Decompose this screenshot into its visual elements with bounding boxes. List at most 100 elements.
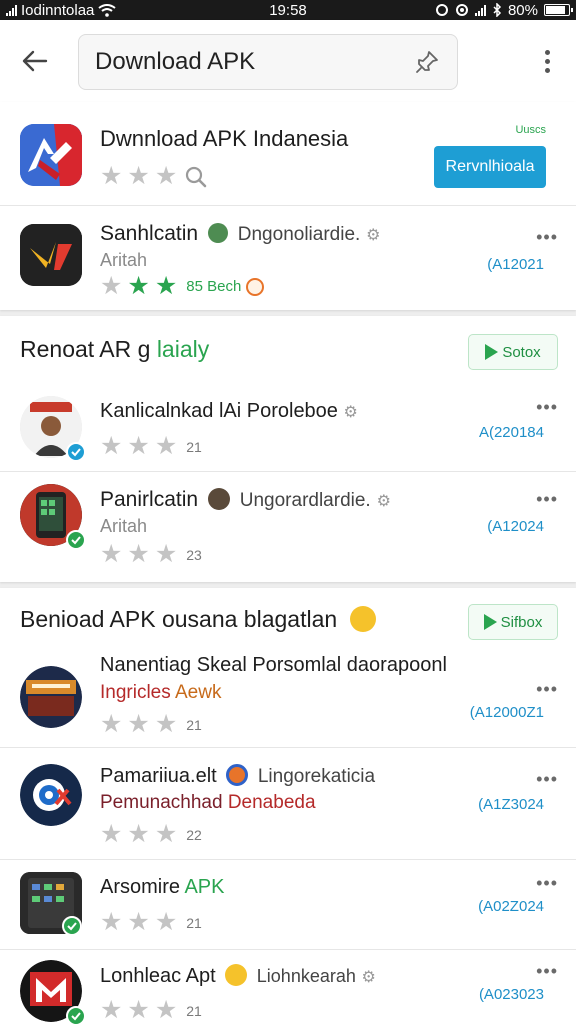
search-box[interactable] <box>78 34 458 90</box>
app-bar <box>0 20 576 102</box>
item-rating: ★ ★ ★ 21 <box>100 432 202 460</box>
play-icon <box>483 614 497 630</box>
list-item[interactable]: Pamariiua.elt Lingorekaticia Pemunachhad… <box>0 748 576 860</box>
section-title-accent: laialy <box>156 336 210 362</box>
movie-poster-icon <box>20 666 82 728</box>
item-date: (A023023 <box>478 986 544 1003</box>
smile-emoji-icon <box>246 277 265 296</box>
section-title-main: Renoat AR g <box>20 336 157 362</box>
globe-icon <box>207 223 228 243</box>
back-arrow-icon <box>22 50 48 72</box>
show-all-button[interactable]: Sotox <box>468 334 558 370</box>
app-subtitle: Aritah <box>100 250 148 270</box>
item-date: (A12024 <box>487 518 544 535</box>
settings-icon: ⚙ <box>361 969 376 986</box>
rating-text: 85 Bech <box>186 278 242 295</box>
hero-app-row[interactable]: Dwnnload APK Indanesia ★ ★ ★ Uuscs Rervnlh… <box>0 102 576 206</box>
section-header: Renoat AR g laialy Sotox <box>0 316 576 386</box>
item-date: A(220184 <box>478 424 544 441</box>
list-item[interactable]: Arsomire APK ★ ★ ★ 21 ••• (A02Z024 <box>0 860 576 950</box>
item-rating: ★ ★ ★ 21 <box>100 996 202 1024</box>
item-date: (A02Z024 <box>478 898 544 915</box>
rating-count: 21 <box>186 438 202 455</box>
item-title-accent: APK <box>184 876 225 898</box>
section-download: Benioad APK ousana blagatlan Sifbox Nane… <box>0 588 576 1024</box>
item-subtitle: Ingricles Aewk <box>100 682 221 704</box>
item-title: Nanentiag Skeal Porsomlal daorapoonl <box>100 654 447 676</box>
rating-count: 21 <box>186 914 202 931</box>
wifi-icon <box>98 3 117 17</box>
battery-level-fill <box>546 6 566 14</box>
rating-count: 21 <box>186 1002 202 1019</box>
more-options-button[interactable]: ••• <box>536 398 558 416</box>
item-title-extra: Lingorekaticia <box>257 766 376 787</box>
download-button[interactable]: Rervnlhioala <box>434 146 546 188</box>
m-logo-icon <box>20 960 86 1024</box>
item-subtitle-accent: Aewk <box>174 682 222 703</box>
rating-count: 21 <box>186 716 202 733</box>
list-item[interactable]: Kanlicalnkad lAi Poroleboe ⚙ ★ ★ ★ 21 ••• … <box>0 386 576 472</box>
item-subtitle-text: Ingricles <box>100 682 171 703</box>
item-title-text: Lonhleac Apt <box>100 965 216 987</box>
item-subtitle: Pemunachhad Denabeda <box>100 792 316 814</box>
app-title: Sanhlcatin Dngonoliardie. ⚙ <box>100 222 380 246</box>
hero-title: Dwnnload APK Indanesia <box>100 126 349 151</box>
item-date: (A12000Z1 <box>469 704 544 721</box>
search-icon <box>186 166 207 187</box>
app-title-extra: Dngonoliardie. <box>237 224 361 245</box>
results-list: Dwnnload APK Indanesia ★ ★ ★ Uuscs Rervnlh… <box>0 102 576 1024</box>
more-options-button[interactable]: ••• <box>536 874 558 892</box>
app-title-text: Sanhlcatin <box>100 222 199 245</box>
item-rating: ★ ★ ★ 23 <box>100 540 202 568</box>
installed-check-icon <box>66 530 86 550</box>
more-vert-icon <box>544 49 550 55</box>
list-item[interactable]: Panirlcatin Ungorardlardie. ⚙ Aritah ★ ★ ★… <box>0 472 576 582</box>
rating-count: 23 <box>186 546 202 563</box>
search-input[interactable] <box>95 48 413 76</box>
status-bar: Iodinntolaa 19:58 80% <box>0 0 576 20</box>
more-options-button[interactable]: ••• <box>536 680 558 698</box>
item-title: Arsomire APK <box>100 876 225 899</box>
featured-app-row[interactable]: Sanhlcatin Dngonoliardie. ⚙ Aritah ★ ★ ★ 8… <box>0 206 576 310</box>
phone-app-icon <box>20 484 86 550</box>
verified-badge-icon <box>66 442 86 462</box>
more-options-button[interactable]: ••• <box>536 962 558 980</box>
overflow-menu-button[interactable] <box>536 46 558 76</box>
item-subtitle-text: Pemunachhad <box>100 792 223 813</box>
search-action-button[interactable] <box>413 48 441 76</box>
carrier-name: Iodinntolaa <box>21 1 95 19</box>
section-recent: Renoat AR g laialy Sotox Kanlicalnkad lA… <box>0 316 576 582</box>
badge-icon <box>226 764 249 786</box>
app-rating: ★ ★ ★ 85 Bech <box>100 274 265 299</box>
back-button[interactable] <box>18 44 52 78</box>
item-subtitle-accent: Denabeda <box>227 792 316 813</box>
show-all-label: Sifbox <box>500 613 543 631</box>
item-title: Lonhleac Apt Liohnkearah ⚙ <box>100 964 376 988</box>
item-rating: ★ ★ ★ 22 <box>100 820 202 848</box>
item-title-extra: Ungorardlardie. <box>239 490 371 511</box>
list-item[interactable]: Nanentiag Skeal Porsomlal daorapoonl Ing… <box>0 652 576 748</box>
settings-icon: ⚙ <box>376 493 391 510</box>
location-icon <box>455 4 468 16</box>
more-options-button[interactable]: ••• <box>536 490 558 508</box>
list-item[interactable]: Lonhleac Apt Liohnkearah ⚙ ★ ★ ★ 21 ••• (A… <box>0 950 576 1024</box>
item-title: Kanlicalnkad lAi Poroleboe ⚙ <box>100 400 358 423</box>
more-options-button[interactable]: ••• <box>536 228 558 246</box>
section-title: Benioad APK ousana blagatlan <box>20 606 376 633</box>
show-all-label: Sotox <box>502 343 541 361</box>
more-options-button[interactable]: ••• <box>536 770 558 788</box>
wink-emoji-icon <box>349 606 376 632</box>
show-all-button[interactable]: Sifbox <box>468 604 558 640</box>
installed-check-icon <box>66 1006 86 1024</box>
item-date: (A1Z3024 <box>478 796 544 813</box>
top-results-card: Dwnnload APK Indanesia ★ ★ ★ Uuscs Rervnlh… <box>0 102 576 310</box>
item-rating: ★ ★ ★ 21 <box>100 908 202 936</box>
avatar-icon <box>207 488 230 510</box>
item-subtitle: Aritah <box>100 516 148 536</box>
bluetooth-icon <box>493 3 502 17</box>
settings-icon: ⚙ <box>366 227 381 244</box>
target-logo-icon <box>20 764 82 826</box>
cell-signal-icon <box>474 4 486 16</box>
section-title: Renoat AR g laialy <box>20 336 209 363</box>
signal-icon <box>6 4 17 16</box>
